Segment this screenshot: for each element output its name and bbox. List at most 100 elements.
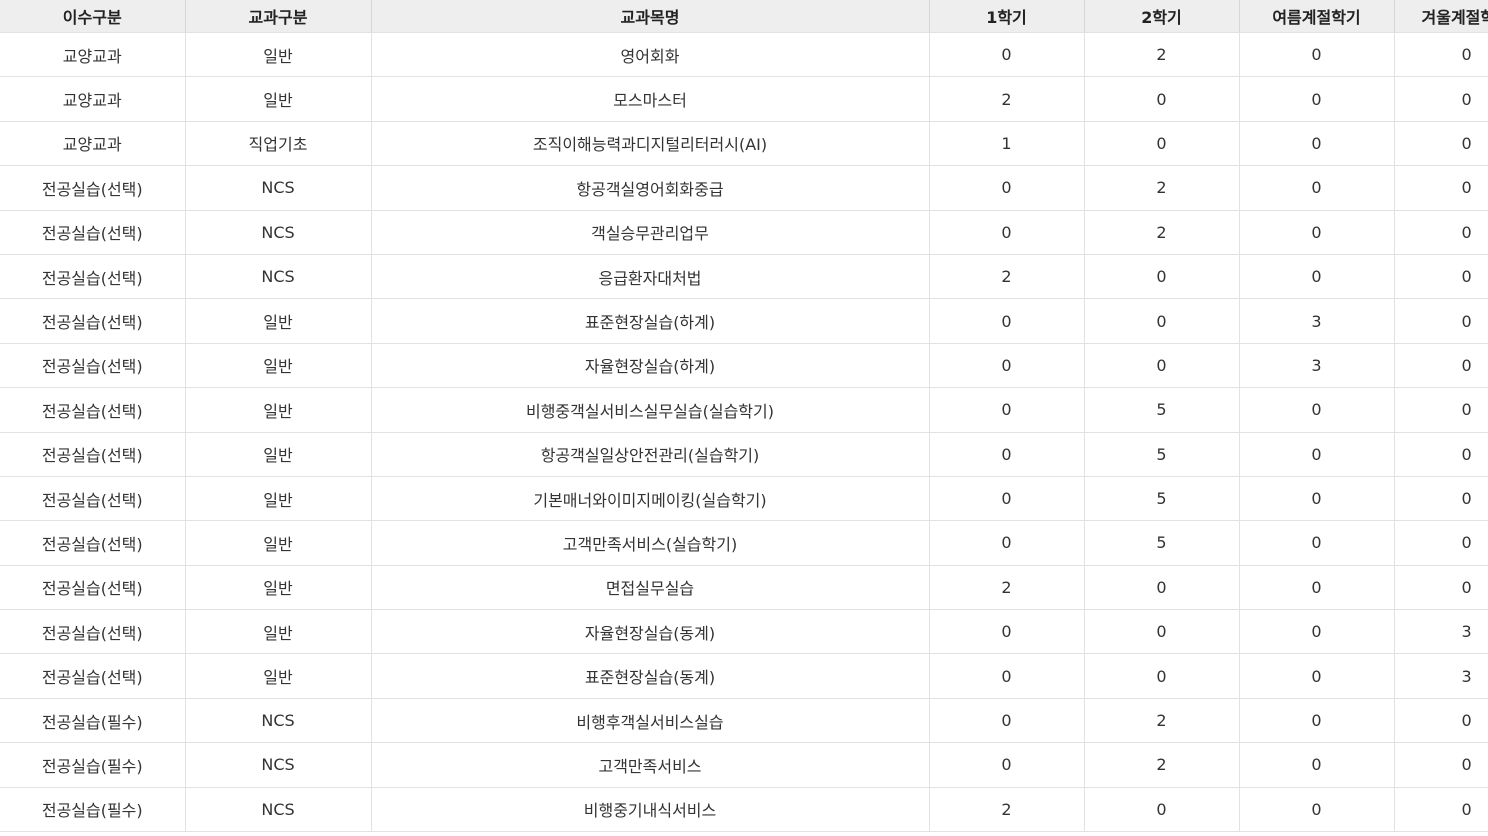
cell-course-category: NCS <box>185 210 372 255</box>
header-row: 이수구분 교과구분 교과목명 1학기 2학기 여름계절학기 겨울계절학기 <box>0 0 1488 33</box>
cell-course-category: 직업기초 <box>185 121 372 167</box>
cell-completion-type: 전공실습(선택) <box>0 609 186 655</box>
cell-course-name: 면접실무실습 <box>371 565 930 611</box>
cell-course-category: 일반 <box>185 609 372 655</box>
table-row: 전공실습(필수) NCS 비행중기내식서비스 2 0 0 0 <box>0 787 1488 833</box>
cell-completion-type: 전공실습(선택) <box>0 254 186 300</box>
cell-semester-1: 2 <box>929 76 1085 122</box>
table-row: 전공실습(선택) 일반 자율현장실습(동계) 0 0 0 3 <box>0 609 1488 655</box>
cell-semester-1: 0 <box>929 653 1085 699</box>
cell-semester-2: 0 <box>1084 787 1240 833</box>
cell-completion-type: 교양교과 <box>0 121 186 167</box>
cell-course-name: 자율현장실습(동계) <box>371 609 930 655</box>
cell-course-name: 영어회화 <box>371 32 930 78</box>
table-body: 교양교과 일반 영어회화 0 2 0 0 교양교과 일반 모스마스터 2 0 0 0 교양교과 직업기초 조직이… <box>0 32 1488 833</box>
cell-semester-1: 0 <box>929 698 1085 744</box>
table-header: 이수구분 교과구분 교과목명 1학기 2학기 여름계절학기 겨울계절학기 <box>0 0 1488 33</box>
table-row: 전공실습(선택) 일반 기본매너와이미지메이킹(실습학기) 0 5 0 0 <box>0 476 1488 522</box>
cell-winter-session: 0 <box>1394 32 1488 78</box>
cell-semester-1: 0 <box>929 298 1085 344</box>
header-course-name: 교과목명 <box>371 0 930 33</box>
cell-summer-session: 0 <box>1239 210 1395 255</box>
cell-semester-1: 0 <box>929 609 1085 655</box>
cell-winter-session: 0 <box>1394 76 1488 122</box>
cell-summer-session: 0 <box>1239 609 1395 655</box>
cell-semester-2: 2 <box>1084 32 1240 78</box>
cell-winter-session: 0 <box>1394 565 1488 611</box>
cell-semester-2: 5 <box>1084 432 1240 477</box>
cell-semester-1: 1 <box>929 121 1085 167</box>
cell-semester-2: 0 <box>1084 254 1240 300</box>
cell-summer-session: 0 <box>1239 165 1395 211</box>
table-row: 전공실습(선택) 일반 비행중객실서비스실무실습(실습학기) 0 5 0 0 <box>0 387 1488 433</box>
cell-winter-session: 0 <box>1394 387 1488 433</box>
header-course-category: 교과구분 <box>185 0 372 33</box>
table-row: 전공실습(필수) NCS 고객만족서비스 0 2 0 0 <box>0 742 1488 788</box>
cell-semester-2: 2 <box>1084 742 1240 788</box>
table-row: 전공실습(선택) 일반 면접실무실습 2 0 0 0 <box>0 565 1488 611</box>
cell-course-category: 일반 <box>185 298 372 344</box>
cell-summer-session: 0 <box>1239 520 1395 566</box>
cell-completion-type: 교양교과 <box>0 76 186 122</box>
cell-course-category: 일반 <box>185 387 372 433</box>
cell-completion-type: 전공실습(선택) <box>0 298 186 344</box>
cell-semester-1: 2 <box>929 787 1085 833</box>
cell-semester-2: 0 <box>1084 76 1240 122</box>
cell-completion-type: 전공실습(선택) <box>0 565 186 611</box>
cell-semester-1: 0 <box>929 32 1085 78</box>
cell-semester-2: 0 <box>1084 121 1240 167</box>
table-row: 교양교과 일반 영어회화 0 2 0 0 <box>0 32 1488 78</box>
cell-semester-1: 0 <box>929 387 1085 433</box>
cell-semester-2: 0 <box>1084 298 1240 344</box>
header-semester-2: 2학기 <box>1084 0 1240 33</box>
cell-summer-session: 0 <box>1239 432 1395 477</box>
cell-winter-session: 0 <box>1394 254 1488 300</box>
cell-winter-session: 0 <box>1394 165 1488 211</box>
cell-completion-type: 전공실습(필수) <box>0 698 186 744</box>
cell-course-category: 일반 <box>185 565 372 611</box>
cell-course-category: NCS <box>185 698 372 744</box>
cell-winter-session: 0 <box>1394 698 1488 744</box>
table-row: 전공실습(선택) NCS 항공객실영어회화중급 0 2 0 0 <box>0 165 1488 211</box>
cell-course-name: 표준현장실습(동계) <box>371 653 930 699</box>
cell-course-name: 비행후객실서비스실습 <box>371 698 930 744</box>
header-completion-type: 이수구분 <box>0 0 186 33</box>
cell-summer-session: 0 <box>1239 76 1395 122</box>
table-row: 전공실습(필수) NCS 비행후객실서비스실습 0 2 0 0 <box>0 698 1488 744</box>
cell-winter-session: 0 <box>1394 476 1488 522</box>
curriculum-table: 이수구분 교과구분 교과목명 1학기 2학기 여름계절학기 겨울계절학기 교양교… <box>0 0 1488 833</box>
cell-course-name: 표준현장실습(하계) <box>371 298 930 344</box>
cell-completion-type: 전공실습(선택) <box>0 432 186 477</box>
cell-course-name: 고객만족서비스(실습학기) <box>371 520 930 566</box>
cell-semester-1: 0 <box>929 520 1085 566</box>
table-row: 전공실습(선택) 일반 표준현장실습(하계) 0 0 3 0 <box>0 298 1488 344</box>
cell-course-name: 항공객실일상안전관리(실습학기) <box>371 432 930 477</box>
cell-completion-type: 전공실습(선택) <box>0 387 186 433</box>
table-row: 전공실습(선택) NCS 응급환자대처법 2 0 0 0 <box>0 254 1488 300</box>
cell-summer-session: 0 <box>1239 653 1395 699</box>
cell-course-category: 일반 <box>185 653 372 699</box>
cell-winter-session: 0 <box>1394 787 1488 833</box>
cell-semester-2: 2 <box>1084 210 1240 255</box>
cell-course-category: NCS <box>185 787 372 833</box>
cell-summer-session: 0 <box>1239 254 1395 300</box>
cell-completion-type: 전공실습(선택) <box>0 165 186 211</box>
cell-semester-2: 0 <box>1084 343 1240 389</box>
cell-winter-session: 3 <box>1394 653 1488 699</box>
cell-summer-session: 0 <box>1239 32 1395 78</box>
cell-summer-session: 0 <box>1239 742 1395 788</box>
table-row: 전공실습(선택) 일반 표준현장실습(동계) 0 0 0 3 <box>0 653 1488 699</box>
cell-semester-2: 5 <box>1084 476 1240 522</box>
header-winter-session: 겨울계절학기 <box>1394 0 1488 33</box>
cell-completion-type: 전공실습(선택) <box>0 653 186 699</box>
table-row: 교양교과 직업기초 조직이해능력과디지털리터러시(AI) 1 0 0 0 <box>0 121 1488 167</box>
cell-completion-type: 전공실습(선택) <box>0 343 186 389</box>
cell-semester-1: 0 <box>929 432 1085 477</box>
cell-winter-session: 0 <box>1394 298 1488 344</box>
cell-summer-session: 0 <box>1239 698 1395 744</box>
table-row: 전공실습(선택) 일반 항공객실일상안전관리(실습학기) 0 5 0 0 <box>0 432 1488 477</box>
cell-completion-type: 교양교과 <box>0 32 186 78</box>
cell-summer-session: 3 <box>1239 298 1395 344</box>
table-row: 전공실습(선택) 일반 자율현장실습(하계) 0 0 3 0 <box>0 343 1488 389</box>
cell-semester-2: 5 <box>1084 520 1240 566</box>
